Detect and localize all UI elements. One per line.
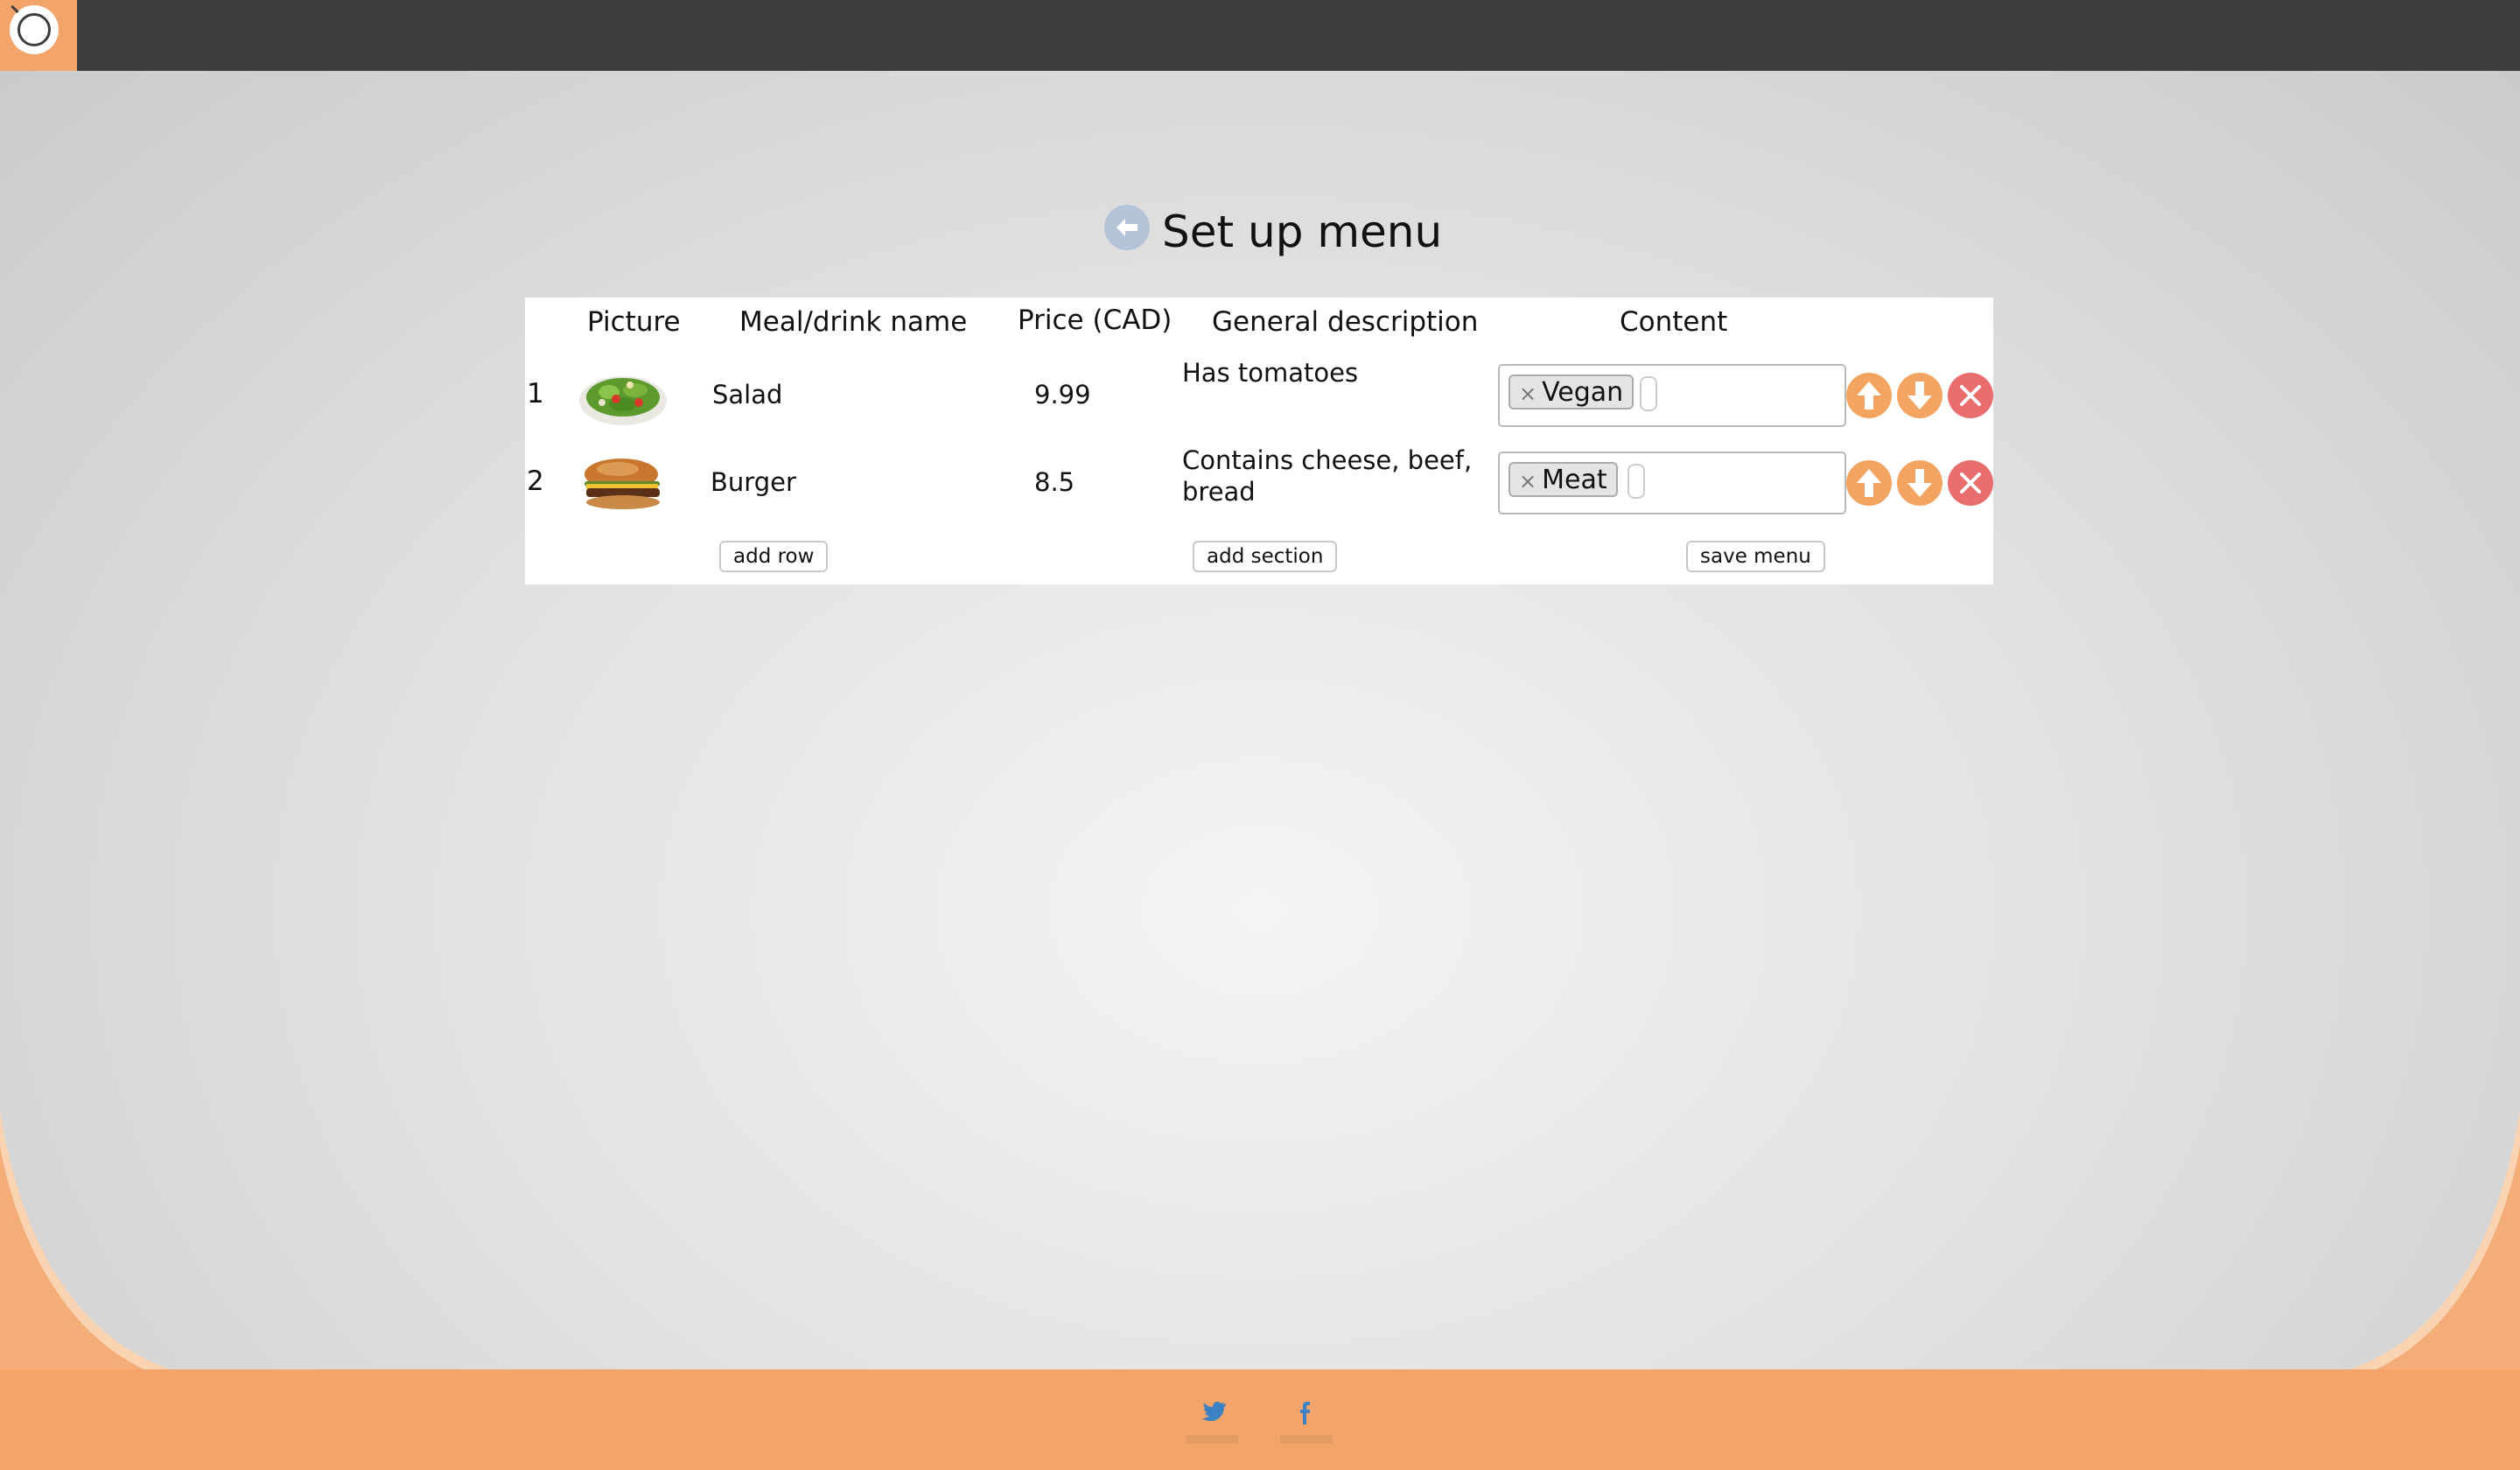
tag-label: Vegan: [1542, 377, 1624, 408]
move-down-button[interactable]: [1897, 460, 1942, 506]
column-header-price: Price (CAD): [1018, 304, 1172, 336]
top-bar: [0, 0, 2520, 71]
right-curtain-decoration: [2336, 1111, 2520, 1409]
row-number: 2: [527, 466, 544, 497]
menu-table: Picture Meal/drink name Price (CAD) Gene…: [525, 298, 1993, 584]
move-up-button[interactable]: [1846, 373, 1892, 418]
close-icon: [1960, 472, 1981, 494]
arrow-up-icon: [1857, 469, 1881, 497]
content-tag: × Vegan: [1508, 374, 1634, 410]
meal-name[interactable]: Burger: [710, 467, 796, 497]
move-up-button[interactable]: [1846, 460, 1892, 506]
tag-remove-icon[interactable]: ×: [1519, 469, 1536, 494]
page-title: Set up menu: [1162, 206, 1443, 257]
facebook-shadow: [1280, 1435, 1333, 1444]
move-down-button[interactable]: [1897, 373, 1942, 418]
arrow-up-icon: [1857, 382, 1881, 410]
tag-label: Meat: [1542, 465, 1607, 495]
logo[interactable]: [0, 0, 77, 71]
delete-row-button[interactable]: [1948, 373, 1993, 418]
meal-description[interactable]: Contains cheese, beef, bread: [1182, 444, 1480, 508]
meal-price[interactable]: 9.99: [1034, 380, 1091, 410]
delete-row-button[interactable]: [1948, 460, 1993, 506]
footer: [0, 1369, 2520, 1470]
column-header-description: General description: [1212, 306, 1479, 338]
close-icon: [1960, 385, 1981, 406]
logo-spoon-icon: [10, 4, 19, 14]
column-header-content: Content: [1620, 306, 1728, 338]
save-menu-button[interactable]: save menu: [1686, 541, 1825, 572]
add-section-button[interactable]: add section: [1193, 541, 1338, 572]
salad-image: [579, 376, 667, 425]
back-arrow-icon[interactable]: [1104, 205, 1150, 250]
column-header-picture: Picture: [587, 306, 681, 338]
arrow-down-icon: [1908, 382, 1932, 410]
add-row-button[interactable]: add row: [719, 541, 829, 572]
tag-input[interactable]: [1640, 376, 1657, 411]
tag-remove-icon[interactable]: ×: [1519, 382, 1536, 406]
column-header-name: Meal/drink name: [739, 306, 968, 338]
meal-description[interactable]: Has tomatoes: [1182, 357, 1480, 388]
arrow-down-icon: [1908, 469, 1932, 497]
burger-image: [584, 458, 660, 509]
left-curtain-decoration: [0, 1111, 184, 1409]
meal-name[interactable]: Salad: [712, 380, 782, 410]
twitter-icon[interactable]: [1201, 1400, 1228, 1432]
twitter-shadow: [1186, 1435, 1238, 1444]
content-tag: × Meat: [1508, 462, 1618, 497]
content-tags-field[interactable]: × Meat: [1498, 452, 1846, 514]
meal-price[interactable]: 8.5: [1034, 467, 1074, 497]
facebook-icon[interactable]: [1298, 1400, 1311, 1432]
row-number: 1: [527, 378, 544, 410]
tag-input[interactable]: [1628, 464, 1645, 499]
content-tags-field[interactable]: × Vegan: [1498, 364, 1846, 427]
